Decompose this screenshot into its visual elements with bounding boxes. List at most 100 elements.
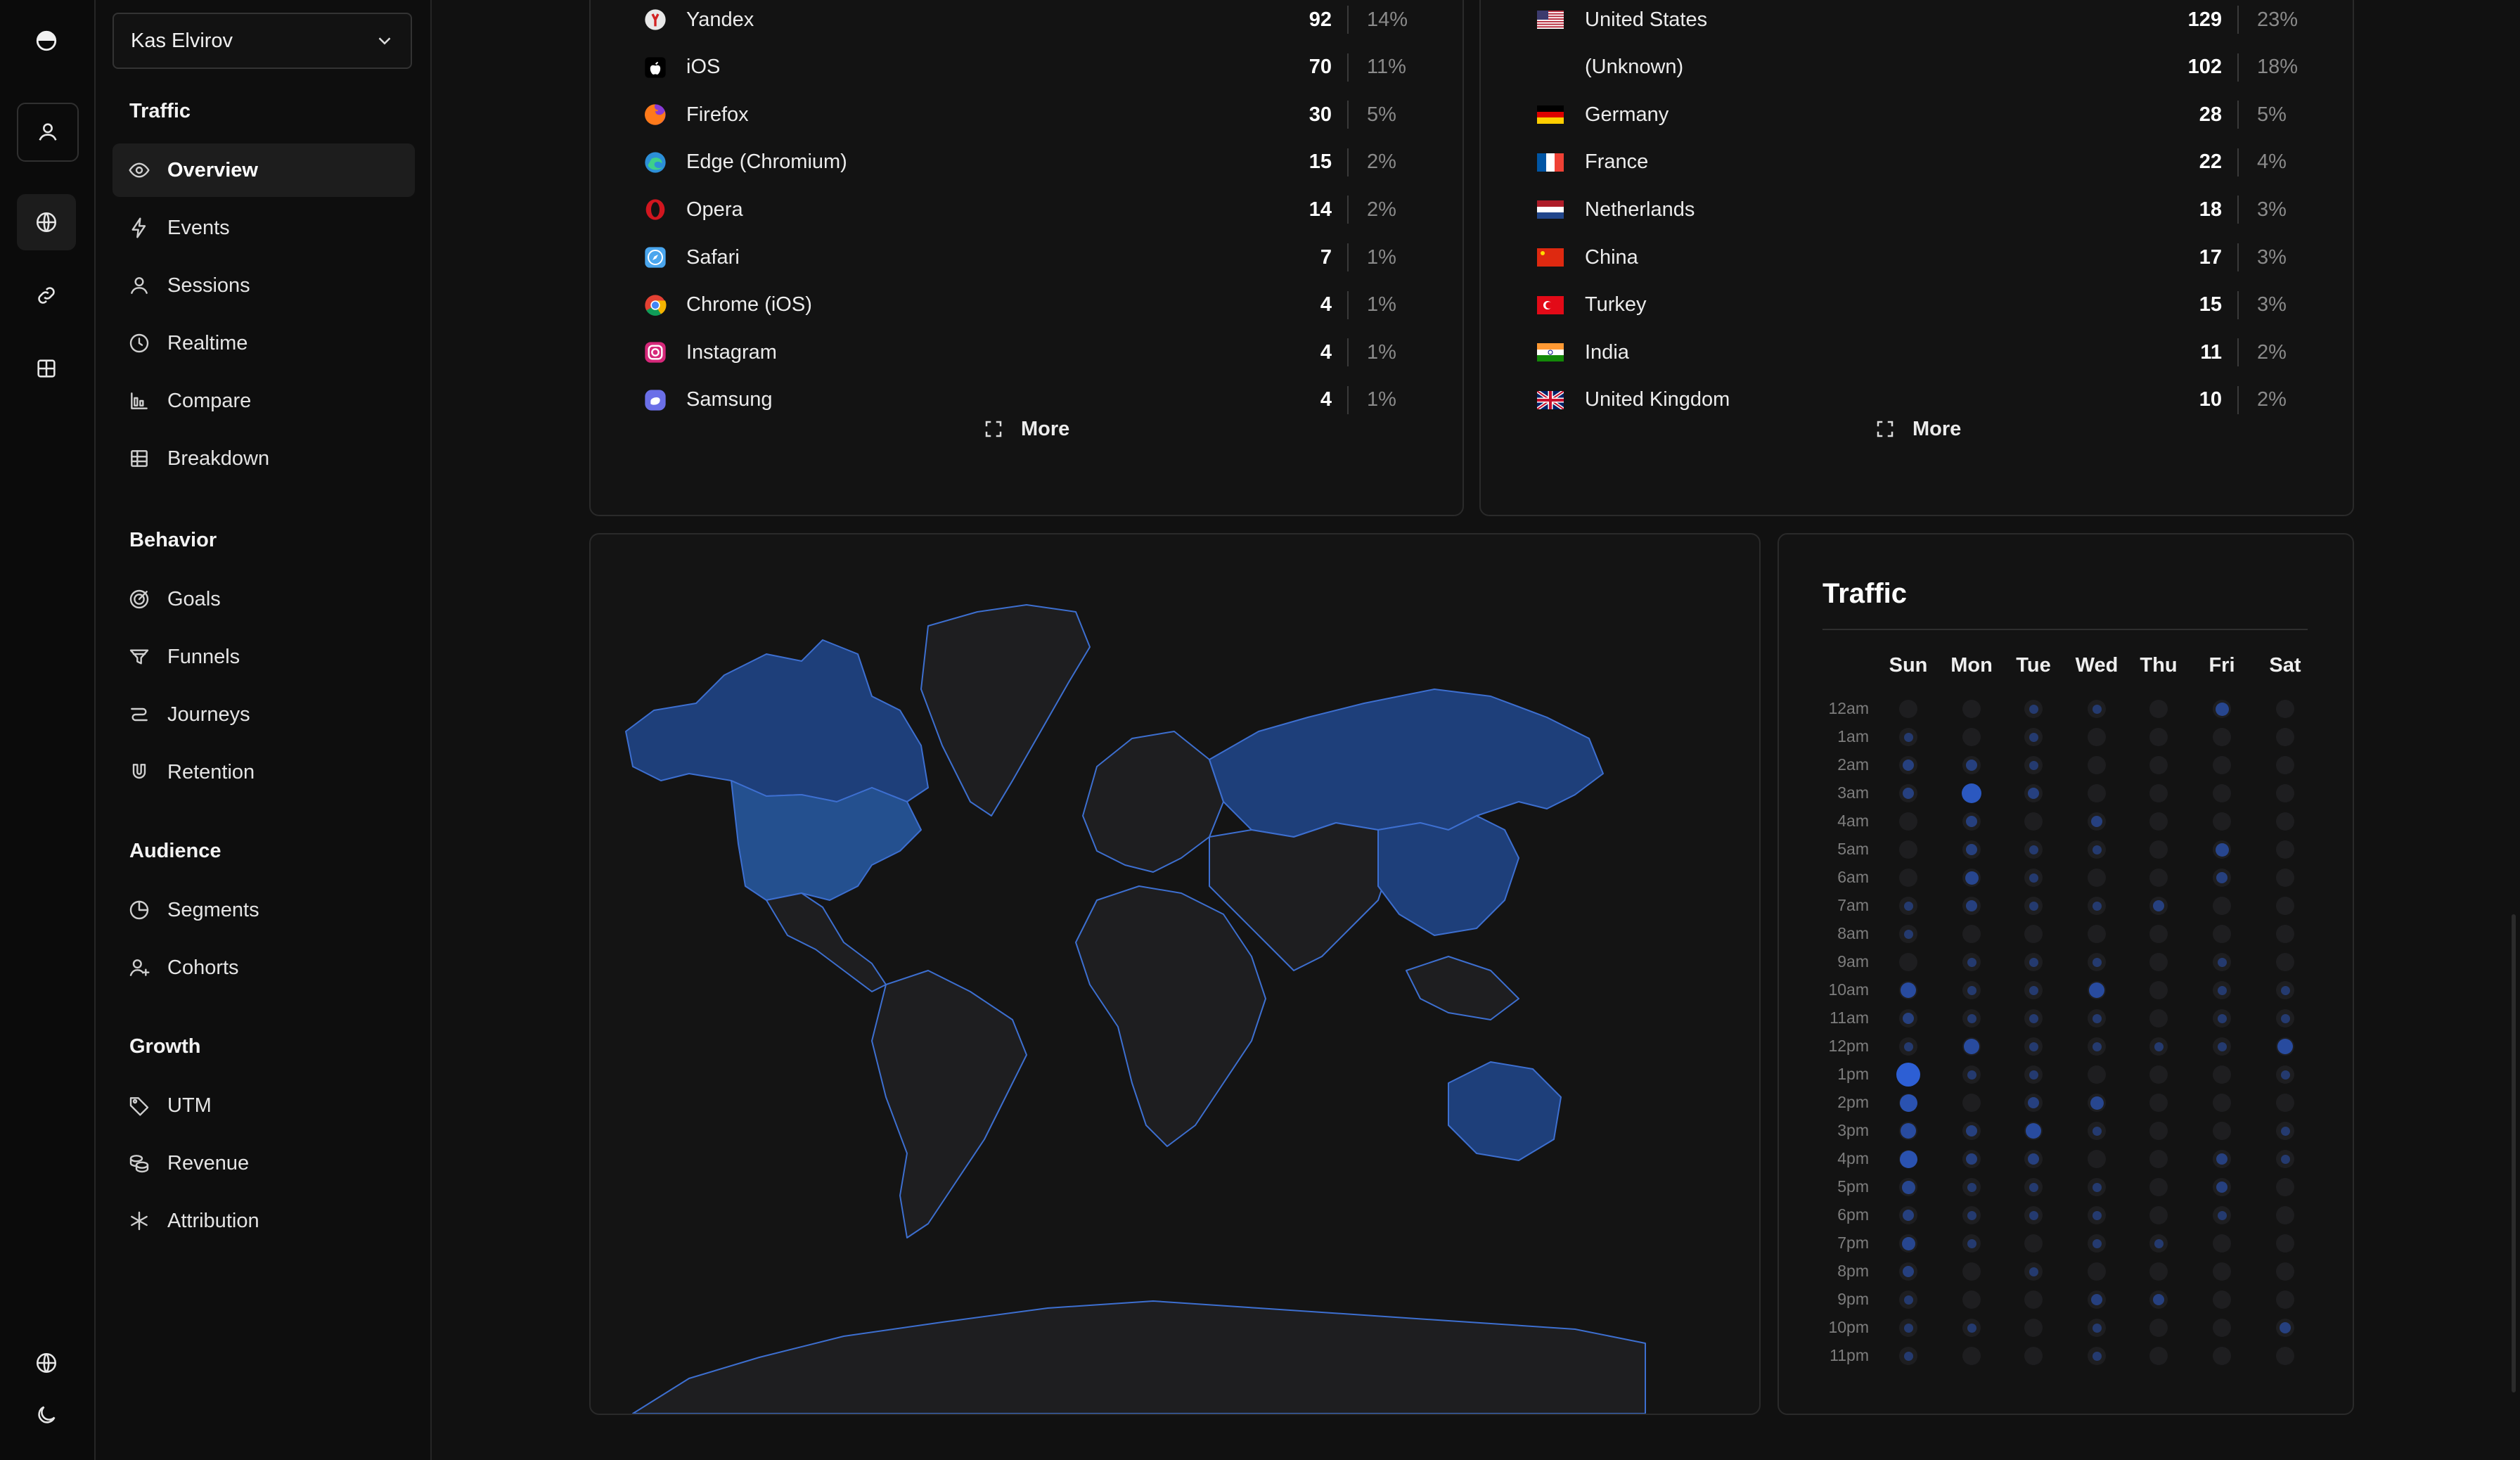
heat-cell[interactable] [2213, 1122, 2231, 1140]
heat-cell[interactable] [2213, 756, 2231, 774]
heat-cell[interactable] [2088, 869, 2106, 887]
heat-cell[interactable] [2213, 1319, 2231, 1337]
heat-cell[interactable] [1899, 953, 1917, 971]
heat-cell[interactable] [1962, 1347, 1981, 1365]
heat-cell[interactable] [2091, 1294, 2102, 1305]
heat-cell[interactable] [1962, 1094, 1981, 1112]
heat-cell[interactable] [2216, 1182, 2228, 1193]
heat-cell[interactable] [1901, 1180, 1915, 1194]
heat-cell[interactable] [2149, 756, 2168, 774]
sidebar-item-utm[interactable]: UTM [112, 1079, 415, 1132]
heat-cell[interactable] [2029, 760, 2038, 770]
app-logo-icon[interactable] [17, 13, 76, 69]
map-region-china[interactable] [1377, 815, 1519, 936]
heat-cell[interactable] [2280, 1013, 2290, 1023]
heat-cell[interactable] [1903, 1210, 1914, 1221]
heat-cell[interactable] [2149, 840, 2168, 859]
heat-cell[interactable] [2149, 784, 2168, 802]
heat-cell[interactable] [1962, 783, 1981, 803]
heat-cell[interactable] [2217, 985, 2227, 995]
heat-cell[interactable] [2213, 1065, 2231, 1084]
heat-cell[interactable] [2276, 784, 2294, 802]
heat-cell[interactable] [2276, 1094, 2294, 1112]
heat-cell[interactable] [1967, 957, 1976, 967]
heat-cell[interactable] [2029, 957, 2038, 967]
heat-cell[interactable] [2092, 957, 2102, 967]
heat-cell[interactable] [2149, 1262, 2168, 1281]
sidebar-item-retention[interactable]: Retention [112, 745, 415, 799]
heat-cell[interactable] [2276, 1178, 2294, 1196]
heat-cell[interactable] [2149, 981, 2168, 999]
sidebar-item-goals[interactable]: Goals [112, 572, 415, 626]
heat-cell[interactable] [2092, 1126, 2102, 1136]
sidebar-item-sessions[interactable]: Sessions [112, 259, 415, 312]
heat-cell[interactable] [2217, 1042, 2227, 1051]
heat-cell[interactable] [2029, 1070, 2038, 1080]
heat-cell[interactable] [1903, 788, 1914, 799]
heat-cell[interactable] [2213, 1347, 2231, 1365]
heat-cell[interactable] [2092, 1351, 2102, 1361]
heat-cell[interactable] [2276, 1291, 2294, 1309]
heat-cell[interactable] [1903, 1013, 1914, 1024]
heat-cell[interactable] [1962, 700, 1981, 718]
heat-cell[interactable] [2280, 1070, 2290, 1080]
heat-cell[interactable] [2213, 925, 2231, 943]
country-row[interactable]: Turkey 15 3% [1481, 284, 2353, 326]
heat-cell[interactable] [2149, 1150, 2168, 1168]
rail-profile-icon[interactable] [17, 103, 79, 162]
heat-cell[interactable] [1896, 1063, 1920, 1087]
sidebar-item-overview[interactable]: Overview [112, 143, 415, 197]
heat-cell[interactable] [1965, 871, 1979, 885]
heat-cell[interactable] [2090, 1096, 2104, 1110]
sidebar-item-segments[interactable]: Segments [112, 883, 415, 937]
heat-cell[interactable] [2276, 1347, 2294, 1365]
heat-cell[interactable] [2149, 1009, 2168, 1027]
heat-cell[interactable] [2024, 812, 2043, 831]
heat-cell[interactable] [1967, 1210, 1976, 1220]
heat-cell[interactable] [2092, 1238, 2102, 1248]
heat-cell[interactable] [2276, 812, 2294, 831]
browsers-more-button[interactable]: More [983, 408, 1069, 450]
heat-cell[interactable] [2276, 728, 2294, 746]
heat-cell[interactable] [2028, 1153, 2039, 1165]
heat-cell[interactable] [2154, 1042, 2164, 1051]
heat-cell[interactable] [1901, 1123, 1916, 1139]
heat-cell[interactable] [1967, 1323, 1976, 1333]
heat-cell[interactable] [1903, 1295, 1913, 1305]
heat-cell[interactable] [1903, 732, 1913, 742]
heat-cell[interactable] [2213, 1234, 2231, 1253]
heat-cell[interactable] [2149, 728, 2168, 746]
heat-cell[interactable] [2026, 1123, 2041, 1139]
heat-cell[interactable] [2213, 784, 2231, 802]
heat-cell[interactable] [1962, 728, 1981, 746]
heat-cell[interactable] [2029, 985, 2038, 995]
heat-cell[interactable] [2213, 728, 2231, 746]
heat-cell[interactable] [2215, 702, 2229, 716]
country-row[interactable]: France 22 4% [1481, 141, 2353, 184]
map-region-canada[interactable] [625, 639, 929, 802]
heat-cell[interactable] [2276, 700, 2294, 718]
sidebar-item-revenue[interactable]: Revenue [112, 1136, 415, 1190]
heat-cell[interactable] [2216, 872, 2228, 883]
heat-cell[interactable] [2029, 901, 2038, 911]
sidebar-item-breakdown[interactable]: Breakdown [112, 432, 415, 485]
heat-cell[interactable] [2024, 1319, 2043, 1337]
sidebar-item-events[interactable]: Events [112, 201, 415, 255]
heat-cell[interactable] [1899, 700, 1917, 718]
heat-cell[interactable] [1899, 869, 1917, 887]
country-row[interactable]: China 17 3% [1481, 236, 2353, 278]
heat-cell[interactable] [2029, 1210, 2038, 1220]
heat-cell[interactable] [1899, 1150, 1917, 1168]
heat-cell[interactable] [1966, 816, 1977, 827]
heat-cell[interactable] [2092, 1323, 2102, 1333]
heat-cell[interactable] [2149, 1178, 2168, 1196]
heat-cell[interactable] [2028, 788, 2039, 799]
country-row[interactable]: Germany 28 5% [1481, 94, 2353, 136]
heat-cell[interactable] [1962, 1291, 1981, 1309]
sidebar-item-funnels[interactable]: Funnels [112, 630, 415, 684]
scrollbar-thumb[interactable] [2512, 914, 2516, 1392]
browser-row[interactable]: Chrome (iOS) 4 1% [591, 284, 1462, 326]
heat-cell[interactable] [2149, 953, 2168, 971]
heat-cell[interactable] [2277, 1039, 2293, 1054]
browser-row[interactable]: Edge (Chromium) 15 2% [591, 141, 1462, 184]
